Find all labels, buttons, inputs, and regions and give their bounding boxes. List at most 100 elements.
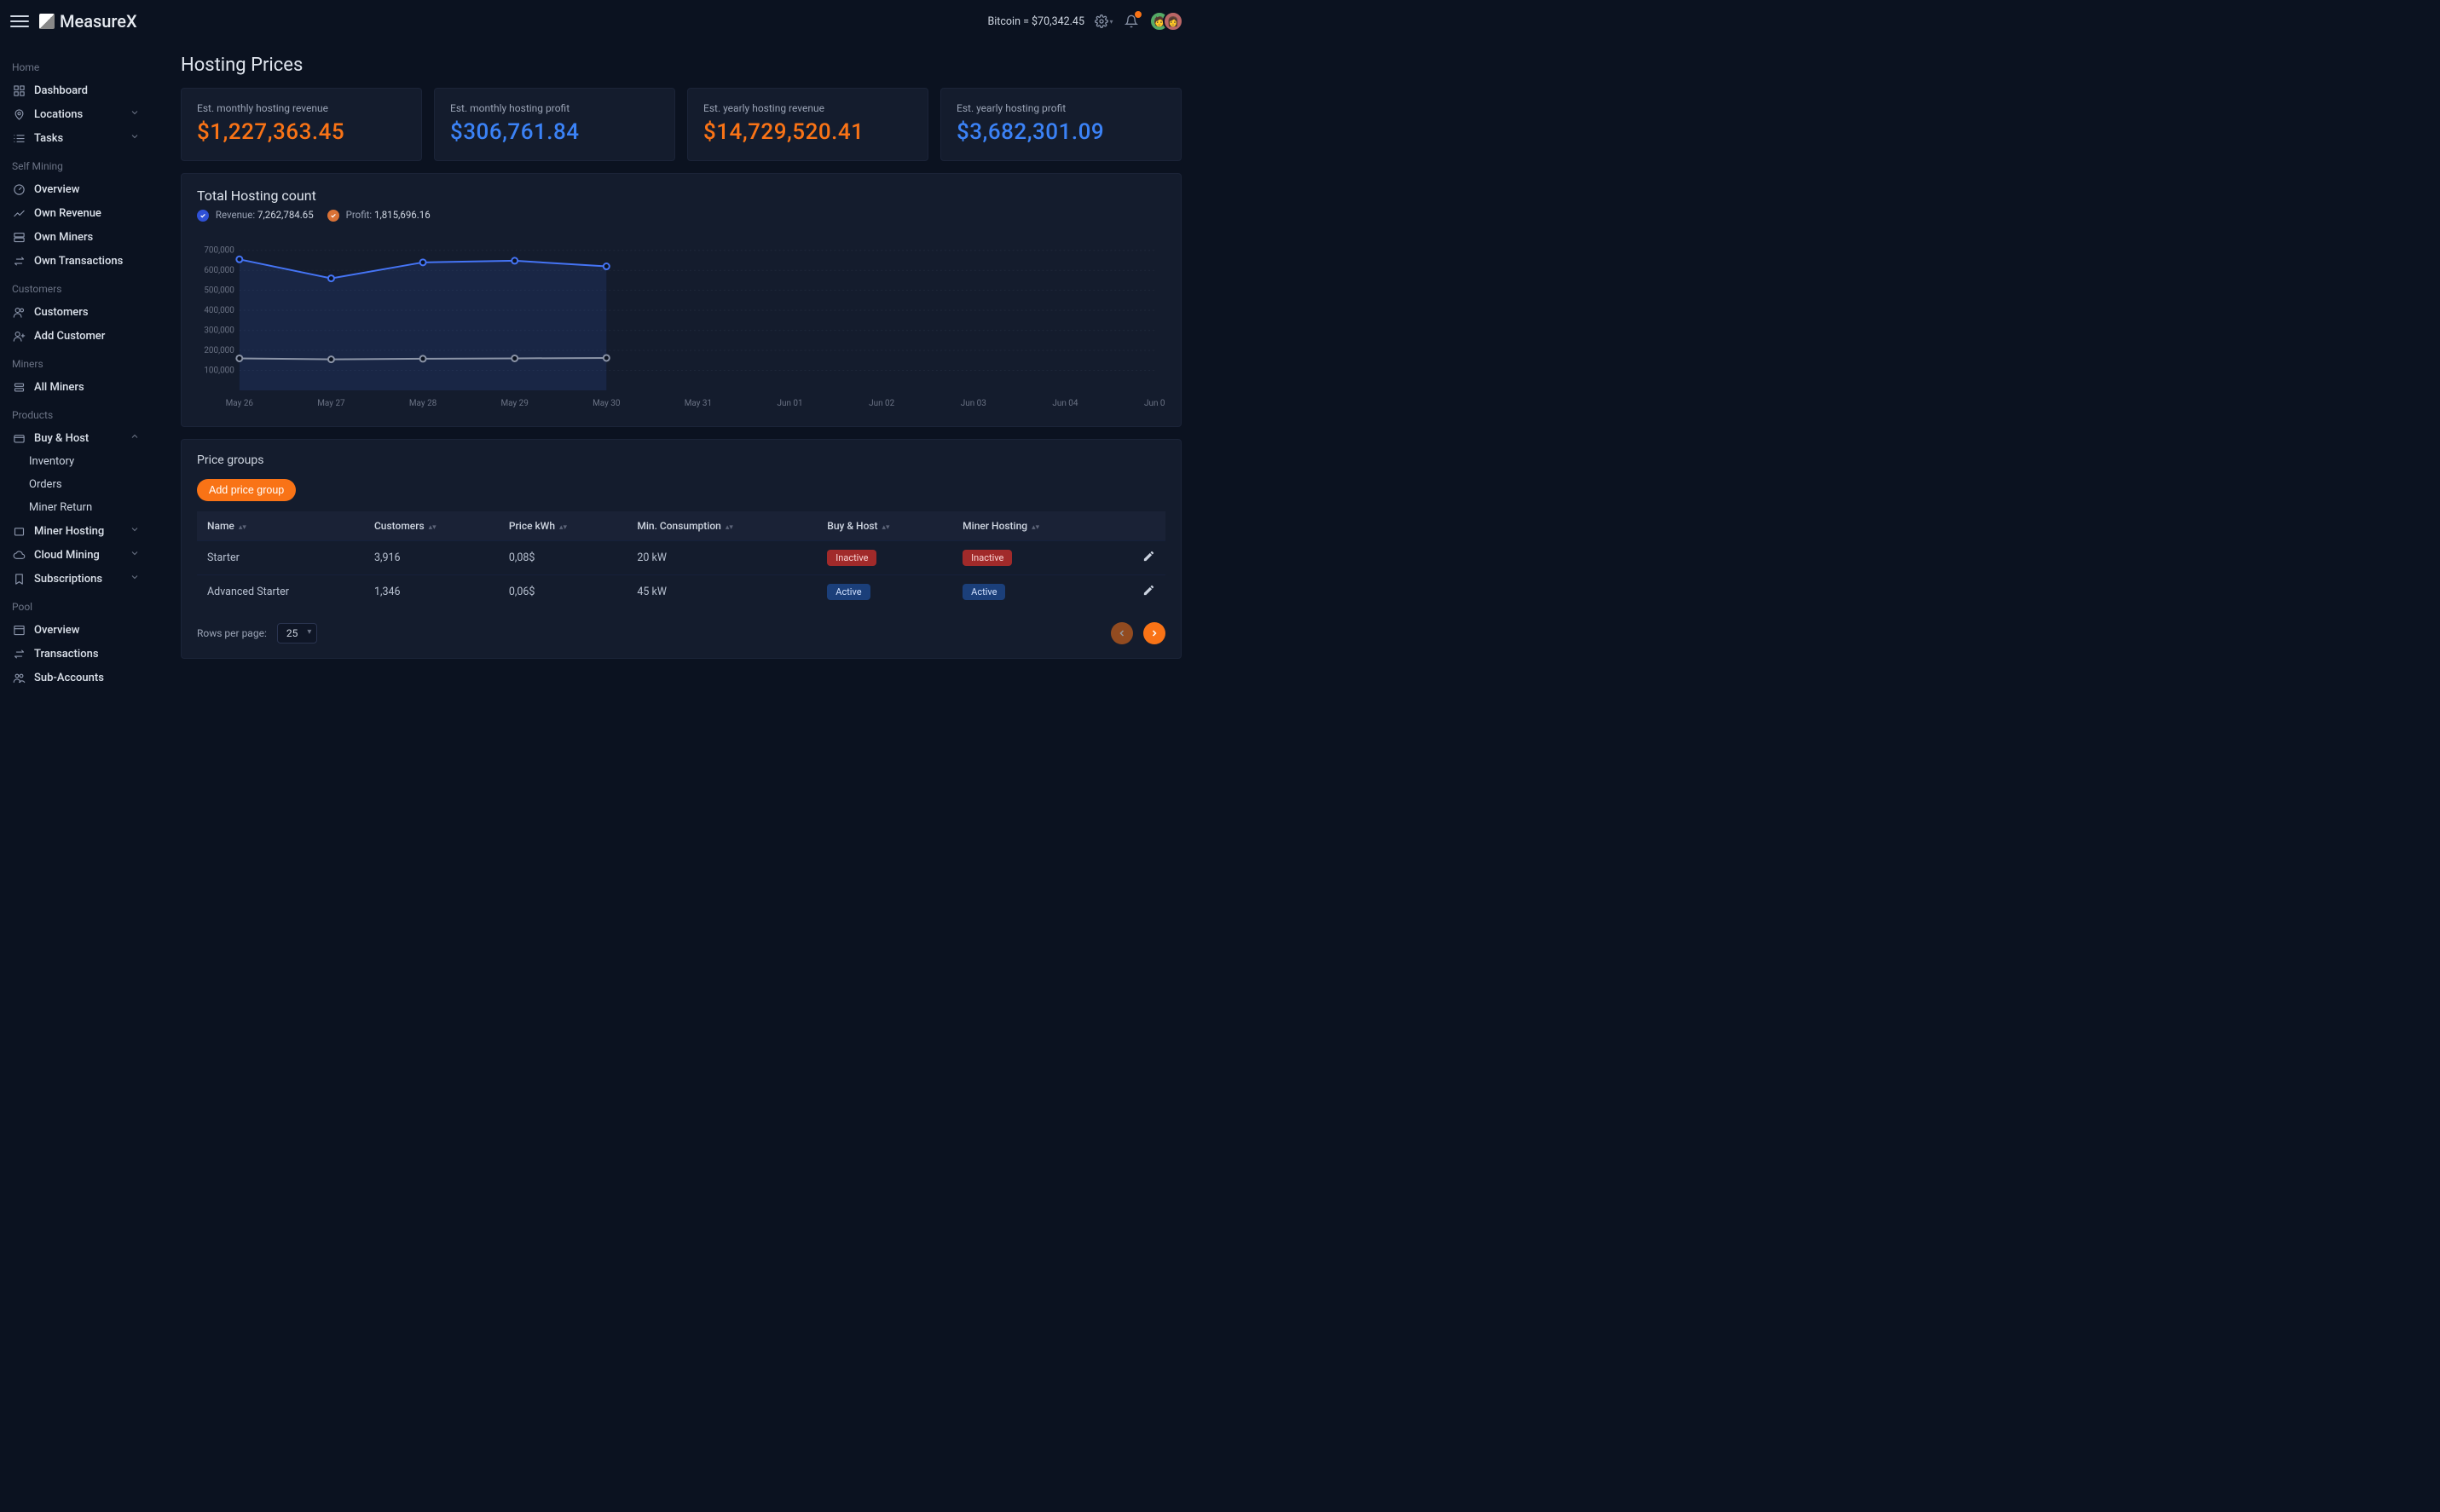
svg-text:May 30: May 30 (593, 399, 621, 408)
svg-text:Jun 03: Jun 03 (961, 399, 986, 408)
stat-label: Est. yearly hosting revenue (703, 102, 912, 114)
brand-logo[interactable]: MeasureX (39, 11, 137, 32)
sidebar-item-label: Own Transactions (34, 255, 123, 268)
sidebar-item-overview[interactable]: Overview (0, 177, 152, 201)
sidebar-item-all-miners[interactable]: All Miners (0, 375, 152, 399)
sidebar-item-add-customer[interactable]: Add Customer (0, 324, 152, 348)
rows-per-page-label: Rows per page: (197, 627, 267, 639)
users-icon (12, 305, 26, 319)
add-price-group-button[interactable]: Add price group (197, 479, 296, 501)
chart-icon (12, 206, 26, 220)
gauge-icon (12, 182, 26, 196)
chevron-down-icon (130, 107, 140, 121)
notification-dot (1135, 11, 1142, 18)
stat-value: $14,729,520.41 (703, 119, 912, 145)
sidebar-item-miner-hosting[interactable]: Miner Hosting (0, 519, 152, 543)
sidebar-item-miner-return[interactable]: Miner Return (0, 496, 152, 519)
svg-text:Jun 05: Jun 05 (1144, 399, 1165, 408)
swap-icon (12, 647, 26, 661)
sidebar-item-own-revenue[interactable]: Own Revenue (0, 201, 152, 225)
price-groups-table: Name ▴▾Customers ▴▾Price kWh ▴▾Min. Cons… (197, 511, 1165, 609)
legend-profit[interactable]: Profit: 1,815,696.16 (327, 209, 431, 222)
sidebar-item-own-transactions[interactable]: Own Transactions (0, 249, 152, 273)
avatar: 👩 (1163, 11, 1183, 32)
menu-toggle[interactable] (10, 12, 29, 31)
chevron-up-icon (130, 431, 140, 445)
sidebar-item-label: Cloud Mining (34, 549, 100, 562)
sidebar-item-overview[interactable]: Overview (0, 618, 152, 642)
sidebar-item-cloud-mining[interactable]: Cloud Mining (0, 543, 152, 567)
edit-icon[interactable] (1142, 587, 1155, 600)
sidebar-item-dashboard[interactable]: Dashboard (0, 78, 152, 102)
stat-label: Est. monthly hosting revenue (197, 102, 406, 114)
sidebar-item-label: Dashboard (34, 84, 88, 97)
sidebar-item-label: Locations (34, 108, 83, 121)
stat-value: $306,761.84 (450, 119, 659, 145)
sidebar-item-transactions[interactable]: Transactions (0, 642, 152, 666)
settings-icon[interactable]: ▾ (1095, 12, 1113, 31)
page-next-button[interactable] (1143, 622, 1165, 644)
main-content: Hosting Prices Est. monthly hosting reve… (152, 43, 1194, 740)
sidebar-item-label: Own Revenue (34, 207, 101, 220)
notifications-icon[interactable] (1122, 12, 1141, 31)
sidebar-item-tasks[interactable]: Tasks (0, 126, 152, 150)
column-header[interactable]: Price kWh ▴▾ (499, 511, 627, 541)
column-header[interactable]: Miner Hosting ▴▾ (952, 511, 1111, 541)
stat-card: Est. monthly hosting profit $306,761.84 (434, 88, 675, 161)
column-header[interactable]: Min. Consumption ▴▾ (627, 511, 817, 541)
rows-per-page-select[interactable]: 25 (277, 623, 318, 643)
chart-area: 100,000200,000300,000400,000500,000600,0… (197, 234, 1165, 413)
sidebar-item-buy-host[interactable]: Buy & Host (0, 426, 152, 450)
edit-icon[interactable] (1142, 553, 1155, 566)
stat-label: Est. monthly hosting profit (450, 102, 659, 114)
page-title: Hosting Prices (181, 55, 1182, 76)
sidebar-item-label: Tasks (34, 132, 63, 145)
sidebar-section-title: Miners (0, 348, 152, 375)
svg-text:500,000: 500,000 (204, 286, 234, 296)
stat-value: $1,227,363.45 (197, 119, 406, 145)
stat-label: Est. yearly hosting profit (957, 102, 1165, 114)
column-header[interactable]: Buy & Host ▴▾ (817, 511, 952, 541)
svg-text:May 27: May 27 (317, 399, 345, 408)
column-header[interactable]: Customers ▴▾ (364, 511, 499, 541)
sidebar-item-subscriptions[interactable]: Subscriptions (0, 567, 152, 591)
stat-card: Est. yearly hosting profit$3,682,301.09 (940, 88, 1182, 161)
pin-icon (12, 107, 26, 121)
chart-legend: Revenue: 7,262,784.65 Profit: 1,815,696.… (197, 209, 1165, 222)
svg-text:700,000: 700,000 (204, 246, 234, 256)
stat-card: Est. yearly hosting revenue $14,729,520.4… (687, 88, 928, 161)
sidebar-item-label: Inventory (29, 455, 74, 468)
status-badge: Active (963, 584, 1005, 600)
price-groups-title: Price groups (197, 453, 263, 467)
cell-name: Advanced Starter (197, 574, 364, 609)
sidebar: HomeDashboardLocationsTasksSelf MiningOv… (0, 43, 152, 740)
chevron-down-icon (130, 548, 140, 562)
card-icon (12, 431, 26, 445)
sidebar-item-label: Subscriptions (34, 573, 102, 586)
sidebar-item-label: Sub-Accounts (34, 672, 104, 684)
stat-card: Est. monthly hosting revenue $1,227,363.4… (181, 88, 422, 161)
sidebar-section-title: Pool (0, 591, 152, 618)
sidebar-item-own-miners[interactable]: Own Miners (0, 225, 152, 249)
page-prev-button[interactable] (1111, 622, 1133, 644)
sidebar-item-sub-accounts[interactable]: Sub-Accounts (0, 666, 152, 690)
sidebar-item-label: Overview (34, 183, 79, 196)
sidebar-item-label: Transactions (34, 648, 99, 661)
people-icon (12, 671, 26, 684)
sidebar-item-customers[interactable]: Customers (0, 300, 152, 324)
btc-ticker: Bitcoin = $70,342.45 (987, 15, 1084, 28)
sidebar-item-orders[interactable]: Orders (0, 473, 152, 496)
column-header[interactable]: Name ▴▾ (197, 511, 364, 541)
sidebar-section-title: Home (0, 51, 152, 78)
cell-hosting: Active (952, 574, 1111, 609)
chevron-down-icon (130, 524, 140, 538)
svg-text:May 26: May 26 (226, 399, 254, 408)
legend-revenue[interactable]: Revenue: 7,262,784.65 (197, 209, 314, 222)
sidebar-item-inventory[interactable]: Inventory (0, 450, 152, 473)
svg-text:Jun 04: Jun 04 (1052, 399, 1078, 408)
chart-title: Total Hosting count (197, 188, 1165, 204)
user-avatars[interactable]: 🧑 👩 (1149, 11, 1183, 32)
cell-name: Starter (197, 540, 364, 574)
sidebar-item-locations[interactable]: Locations (0, 102, 152, 126)
sidebar-item-label: Miner Hosting (34, 525, 104, 538)
